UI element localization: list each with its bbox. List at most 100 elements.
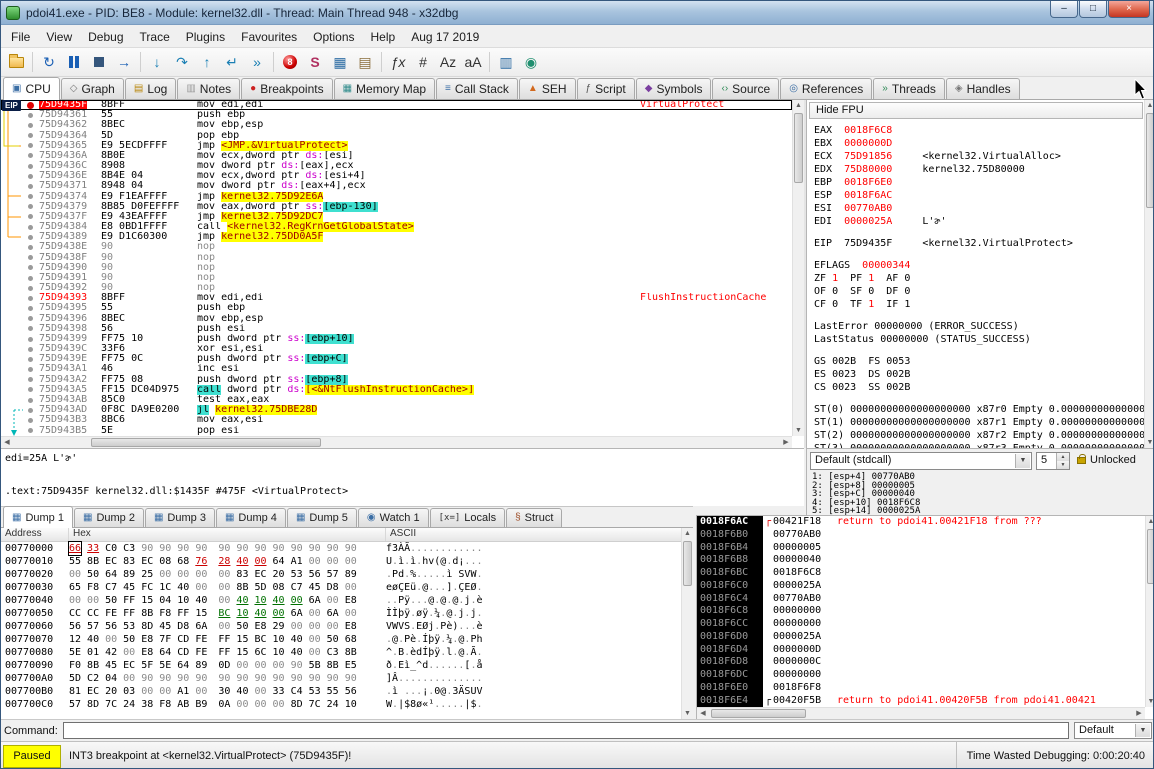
register-line[interactable]: ST(2) 00000000000000000000 x87r2 Empty 0… [814,429,1144,442]
disasm-row[interactable]: 75D94399FF75 10push dword ptr ss:[ebp+10… [1,334,792,344]
disasm-row[interactable]: 75D9438F90nop [1,253,792,263]
stack-row[interactable]: 0018F6AC┌00421F18return to pdoi41.00421F… [697,516,1145,529]
disasm-row[interactable]: 75D9439856push esi [1,324,792,334]
register-line[interactable]: ST(1) 00000000000000000000 x87r1 Empty 0… [814,416,1144,429]
dump-vscrollbar[interactable]: ▲ ▼ [681,528,693,719]
scroll-up-arrow-icon[interactable]: ▲ [1145,100,1154,111]
menu-item-aug-17-2019[interactable]: Aug 17 2019 [403,27,487,47]
tab-dump-3[interactable]: ▦Dump 3 [145,508,215,527]
scroll-up-arrow-icon[interactable]: ▲ [1146,516,1154,527]
dump-row[interactable]: 00770010558BEC83EC08687628400064A1000000… [1,555,681,568]
spinner-buttons[interactable]: ▲▼ [1056,453,1069,469]
disasm-row[interactable]: 75D9439290nop [1,283,792,293]
register-line[interactable]: EBX 0000000D [814,137,1144,150]
disasm-row[interactable]: 75D943645Dpop ebp [1,131,792,141]
scylla-button[interactable]: S [303,50,327,74]
menu-item-debug[interactable]: Debug [80,27,131,47]
disasm-row[interactable]: 75D943968BECmov ebp,esp [1,314,792,324]
disasm-row[interactable]: 75D9438E90nop [1,242,792,252]
scroll-left-arrow-icon[interactable]: ◀ [1,437,13,448]
patch-globe-button[interactable]: ◉ [519,50,543,74]
command-input[interactable] [63,722,1069,739]
maximize-button[interactable]: □ [1079,1,1107,18]
stack-row[interactable]: 0018F6C00000025A [697,580,1145,593]
scroll-down-arrow-icon[interactable]: ▼ [682,708,693,719]
register-line[interactable]: EIP 75D9435F <kernel32.VirtualProtect> [814,237,1144,250]
disasm-vscrollbar[interactable]: ▲ ▼ [792,100,804,436]
scroll-thumb[interactable] [1147,529,1154,584]
register-line[interactable]: EDI 0000025A L'ɚ' [814,215,1144,228]
disasm-row[interactable]: 75D943938BFFmov edi,ediFlushInstructionC… [1,293,792,303]
register-line[interactable]: EFLAGS 00000344 [814,259,1144,272]
register-line[interactable]: OF 0 SF 0 DF 0 [814,285,1144,298]
tab-script[interactable]: ƒScript [577,78,635,99]
run-to-return-button[interactable]: ↵ [220,50,244,74]
disasm-row[interactable]: 75D943AB85C0test eax,eax [1,395,792,405]
tab-locals[interactable]: [x=]Locals [430,508,505,527]
menu-item-trace[interactable]: Trace [132,27,178,47]
tab-call-stack[interactable]: ≡Call Stack [436,78,518,99]
tab-watch-1[interactable]: ◉Watch 1 [358,508,429,527]
disasm-row[interactable]: 75D9439EFF75 0Cpush dword ptr ss:[ebp+C] [1,354,792,364]
dump-row[interactable]: 0077003065F8C745FC1C4000008B5D08C745D800… [1,581,681,594]
tab-dump-5[interactable]: ▦Dump 5 [287,508,357,527]
register-line[interactable]: ES 0023 DS 002B [814,368,1144,381]
hide-fpu-button[interactable]: Hide FPU [809,102,1143,119]
stop-button[interactable] [87,50,111,74]
scroll-down-arrow-icon[interactable]: ▼ [793,425,804,436]
pause-button[interactable] [62,50,86,74]
disasm-row[interactable]: 75D9439555push ebp [1,303,792,313]
stack-row[interactable]: 0018F6B800000040 [697,554,1145,567]
dump-row[interactable]: 007700B081EC20030000A10030400033C4535556… [1,685,681,698]
tab-dump-2[interactable]: ▦Dump 2 [74,508,144,527]
close-button[interactable]: × [1108,1,1150,18]
tab-log[interactable]: ▤Log [125,78,176,99]
args-depth-spinner[interactable]: 5 ▲▼ [1036,452,1070,470]
disasm-row[interactable]: 75D9435F8BFFmov edi,ediVirtualProtect [1,100,792,110]
stack-row[interactable]: 0018F6BC0018F6C8 [697,567,1145,580]
disasm-row[interactable]: 75D943628BECmov ebp,esp [1,120,792,130]
disasm-row[interactable]: 75D943AD0F8C DA9E0200jl kernel32.75DBE28… [1,405,792,415]
dump-row[interactable]: 007700006633C0C3909090909090909090909090… [1,542,681,555]
register-line[interactable]: CS 0023 SS 002B [814,381,1144,394]
disasm-row[interactable]: 75D9436A8B0Emov ecx,dword ptr ds:[esi] [1,151,792,161]
spin-up-icon[interactable]: ▲ [1057,453,1069,461]
skip-button[interactable]: » [245,50,269,74]
register-line[interactable]: ECX 75D91856 <kernel32.VirtualAlloc> [814,150,1144,163]
stack-row[interactable]: 0018F6B400000005 [697,542,1145,555]
menu-item-favourites[interactable]: Favourites [233,27,305,47]
stack-hscrollbar[interactable]: ◀ ▶ [697,707,1145,719]
dump-row[interactable]: 007700A05DC20400909090909090909090909090… [1,672,681,685]
disasm-row[interactable]: 75D9439C33F6xor esi,esi [1,344,792,354]
lock-toggle[interactable]: Unlocked [1077,454,1136,466]
calling-convention-combo[interactable]: Default (stdcall) ▼ [810,452,1032,470]
spin-down-icon[interactable]: ▼ [1057,461,1069,469]
notes-button[interactable]: ▥ [494,50,518,74]
dump-row[interactable]: 00770040000050FF1504104000401040006A00E8… [1,594,681,607]
scroll-down-arrow-icon[interactable]: ▼ [1145,437,1154,448]
stack-row[interactable]: 0018F6DC00000000 [697,669,1145,682]
minimize-button[interactable]: – [1050,1,1078,18]
fx-button[interactable]: ƒx [386,50,410,74]
dump-row[interactable]: 007700805E014200E864CDFEFF156C104000C38B… [1,646,681,659]
dump-row[interactable]: 007700C0578D7C2438F8ABB90A0000008D7C2410… [1,698,681,711]
dump-row[interactable]: 00770060565756538D45D86A0050E829000000E8… [1,620,681,633]
disasm-row[interactable]: 75D943A2FF75 08push dword ptr ss:[ebp+8] [1,375,792,385]
menu-item-view[interactable]: View [38,27,80,47]
scroll-thumb[interactable] [711,709,806,718]
tab-references[interactable]: ◎References [780,78,872,99]
disasm-row[interactable]: 75D94389E9 D1C60300jmp kernel32.75DD0A5F [1,232,792,242]
tab-seh[interactable]: ▲SEH [519,78,576,99]
tab-cpu[interactable]: ▣CPU [3,77,60,100]
register-line[interactable]: EAX 0018F6C8 [814,124,1144,137]
tab-symbols[interactable]: ◆Symbols [636,78,712,99]
tab-memory-map[interactable]: ▦Memory Map [334,78,435,99]
scroll-down-arrow-icon[interactable]: ▼ [1146,696,1154,707]
register-line[interactable]: ST(0) 00000000000000000000 x87r0 Empty 0… [814,403,1144,416]
register-line[interactable]: EDX 75D80000 kernel32.75D80000 [814,163,1144,176]
disasm-hscrollbar[interactable]: ◀ ▶ [1,436,792,448]
disasm-row[interactable]: 75D943B55Epop esi [1,426,792,436]
tab-struct[interactable]: §Struct [506,508,562,527]
stack-vscrollbar[interactable]: ▲ ▼ [1145,516,1154,707]
disasm-row[interactable]: 75D94365E9 5ECDFFFFjmp <JMP.&VirtualProt… [1,141,792,151]
